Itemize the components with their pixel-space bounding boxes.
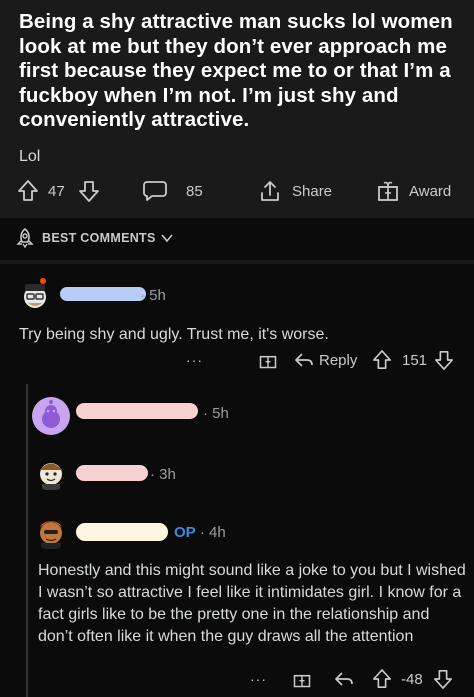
comment-time: · 3h — [150, 466, 176, 483]
award-label: Award — [409, 182, 452, 200]
sort-label: BEST COMMENTS — [42, 231, 156, 245]
op-badge: OP — [174, 524, 196, 541]
comment-meta: OP · 4h — [174, 524, 226, 541]
share-button[interactable]: Share — [258, 176, 332, 206]
snoo-avatar-icon — [24, 278, 46, 308]
downvote-icon — [435, 351, 453, 370]
avatar[interactable] — [32, 397, 70, 435]
upvote-icon — [373, 350, 391, 369]
reply-arrow-icon — [335, 672, 353, 686]
post-title[interactable]: Being a shy attractive man sucks lol wom… — [19, 10, 469, 133]
username-redacted — [60, 287, 146, 301]
more-options-button[interactable]: ··· — [186, 348, 203, 372]
upvote-button[interactable] — [17, 176, 39, 206]
snoo-avatar-icon — [40, 463, 62, 490]
avatar[interactable] — [16, 275, 54, 313]
username-redacted — [76, 403, 198, 419]
username-redacted — [76, 523, 168, 541]
downvote-icon — [434, 670, 452, 689]
downvote-button[interactable] — [78, 176, 100, 206]
award-icon — [259, 355, 277, 369]
reply-label: Reply — [319, 351, 358, 369]
comment-vote-count: 151 — [402, 351, 428, 369]
avatar[interactable] — [32, 453, 70, 491]
comment-time: · 4h — [199, 524, 226, 541]
comment-vote-count: -48 — [401, 670, 423, 688]
post-card: Being a shy attractive man sucks lol wom… — [0, 0, 474, 218]
comment-time: · 5h — [203, 405, 229, 422]
reply-button[interactable]: Reply — [294, 348, 357, 372]
thread-line[interactable] — [26, 384, 28, 697]
downvote-button[interactable] — [433, 667, 453, 691]
downvote-button[interactable] — [434, 348, 454, 372]
award-icon — [378, 181, 398, 201]
upvote-button[interactable] — [372, 667, 392, 691]
award-button[interactable] — [292, 667, 312, 691]
divider — [0, 260, 474, 264]
comment-bubble-icon — [143, 181, 167, 201]
avatar[interactable] — [32, 512, 70, 550]
post-body: Lol — [19, 148, 41, 165]
username-redacted — [76, 465, 148, 481]
comment-time: · 5h — [140, 287, 166, 304]
upvote-button[interactable] — [372, 348, 392, 372]
award-icon — [293, 674, 311, 688]
snoo-avatar-icon — [40, 521, 62, 549]
upvote-icon — [373, 669, 391, 689]
award-button[interactable] — [258, 348, 278, 372]
share-icon — [261, 181, 279, 201]
comment-text: Try being shy and ugly. Trust me, it's w… — [19, 326, 329, 343]
more-options-button[interactable]: ··· — [250, 667, 267, 691]
rocket-icon — [16, 227, 34, 249]
upvote-icon — [18, 180, 38, 201]
comment-count: 85 — [186, 182, 203, 200]
comment-action-bar: ··· -48 — [0, 667, 474, 691]
post-vote-count: 47 — [48, 182, 65, 200]
comment-text: Honestly and this might sound like a jok… — [38, 562, 466, 645]
chevron-down-icon — [161, 234, 173, 243]
award-button[interactable]: Award — [376, 176, 451, 206]
downvote-icon — [79, 181, 99, 202]
reply-arrow-icon — [295, 353, 313, 367]
post-action-bar: 47 85 Share Award — [0, 176, 474, 206]
comment-sort-dropdown[interactable]: BEST COMMENTS — [0, 222, 474, 254]
share-label: Share — [292, 182, 333, 200]
comments-button[interactable]: 85 — [142, 176, 203, 206]
snoo-avatar-icon — [42, 400, 60, 428]
comment-action-bar: ··· Reply 151 — [0, 348, 474, 372]
reply-button[interactable] — [334, 667, 354, 691]
